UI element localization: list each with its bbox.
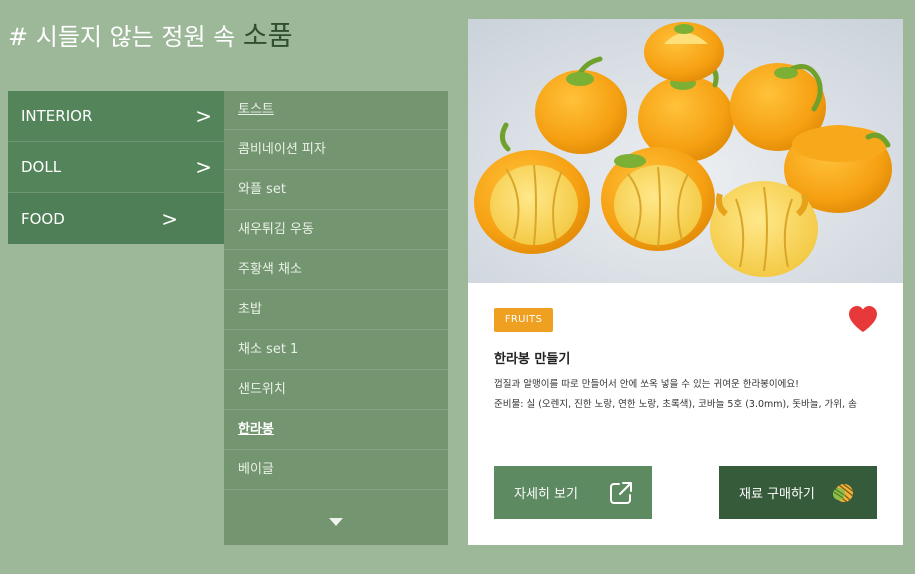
submenu-label: 주황색 채소 <box>238 262 302 277</box>
category-label: DOLL <box>21 158 62 176</box>
submenu-label: 채소 set 1 <box>238 342 299 357</box>
page-title-accent: 소품 <box>242 21 293 52</box>
category-item-food[interactable]: FOOD > <box>8 193 224 244</box>
chevron-right-icon: > <box>195 155 212 179</box>
submenu-label: 와플 set <box>238 182 286 197</box>
external-link-icon <box>610 481 632 504</box>
page-title: # 시들지 않는 정원 속 소품 <box>8 14 293 53</box>
submenu-more-button[interactable] <box>224 502 448 542</box>
category-label: FOOD <box>21 209 65 228</box>
buy-materials-label: 재료 구매하기 <box>739 487 815 502</box>
product-description-line: 껍질과 알맹이를 따로 만들어서 안에 쏘옥 넣을 수 있는 귀여운 한라봉이에… <box>494 379 799 390</box>
yarn-ball-icon <box>833 482 855 503</box>
chevron-right-icon: > <box>161 206 178 231</box>
submenu-label: 초밥 <box>238 302 262 317</box>
chevron-right-icon: > <box>195 104 212 128</box>
caret-down-icon <box>329 518 343 526</box>
page-title-text: # 시들지 않는 정원 속 <box>8 23 243 51</box>
product-photo <box>468 19 903 283</box>
buy-materials-button[interactable]: 재료 구매하기 <box>719 466 877 519</box>
category-tag: FRUITS <box>494 308 553 332</box>
submenu-label: 샌드위치 <box>238 382 286 397</box>
category-label: INTERIOR <box>21 107 93 125</box>
submenu-label: 새우튀김 우동 <box>238 222 314 237</box>
submenu-item-hallabong[interactable]: 한라봉 <box>224 410 448 450</box>
product-title: 한라봉 만들기 <box>494 352 571 367</box>
submenu-label: 한라봉 <box>238 422 274 437</box>
category-menu: INTERIOR > DOLL > FOOD > <box>8 91 224 244</box>
product-card: FRUITS 한라봉 만들기 껍질과 알맹이를 따로 만들어서 안에 쏘옥 넣을… <box>468 19 903 545</box>
category-item-doll[interactable]: DOLL > <box>8 142 224 193</box>
crochet-hallabong-photo <box>468 19 903 283</box>
submenu-item-orange-vegetables[interactable]: 주황색 채소 <box>224 250 448 290</box>
submenu-label: 베이글 <box>238 462 274 477</box>
submenu-item-toast[interactable]: 토스트 <box>224 91 448 130</box>
submenu-item-waffle-set[interactable]: 와플 set <box>224 170 448 210</box>
submenu-item-sushi[interactable]: 초밥 <box>224 290 448 330</box>
submenu-item-vegetable-set-1[interactable]: 채소 set 1 <box>224 330 448 370</box>
product-materials-line: 준비물: 실 (오렌지, 진한 노랑, 연한 노랑, 초록색), 코바늘 5호 … <box>494 399 857 410</box>
view-detail-label: 자세히 보기 <box>514 487 578 502</box>
submenu-item-sandwich[interactable]: 샌드위치 <box>224 370 448 410</box>
view-detail-button[interactable]: 자세히 보기 <box>494 466 652 519</box>
submenu-panel: 토스트 콤비네이션 피자 와플 set 새우튀김 우동 주황색 채소 초밥 채소… <box>224 91 448 545</box>
product-description: 껍질과 알맹이를 따로 만들어서 안에 쏘옥 넣을 수 있는 귀여운 한라봉이에… <box>494 375 879 415</box>
heart-icon[interactable] <box>848 305 878 333</box>
submenu-label: 콤비네이션 피자 <box>238 142 326 157</box>
submenu-label: 토스트 <box>238 102 274 117</box>
submenu-item-shrimp-tempura-udon[interactable]: 새우튀김 우동 <box>224 210 448 250</box>
category-item-interior[interactable]: INTERIOR > <box>8 91 224 142</box>
submenu-item-combination-pizza[interactable]: 콤비네이션 피자 <box>224 130 448 170</box>
submenu-item-bagel[interactable]: 베이글 <box>224 450 448 490</box>
